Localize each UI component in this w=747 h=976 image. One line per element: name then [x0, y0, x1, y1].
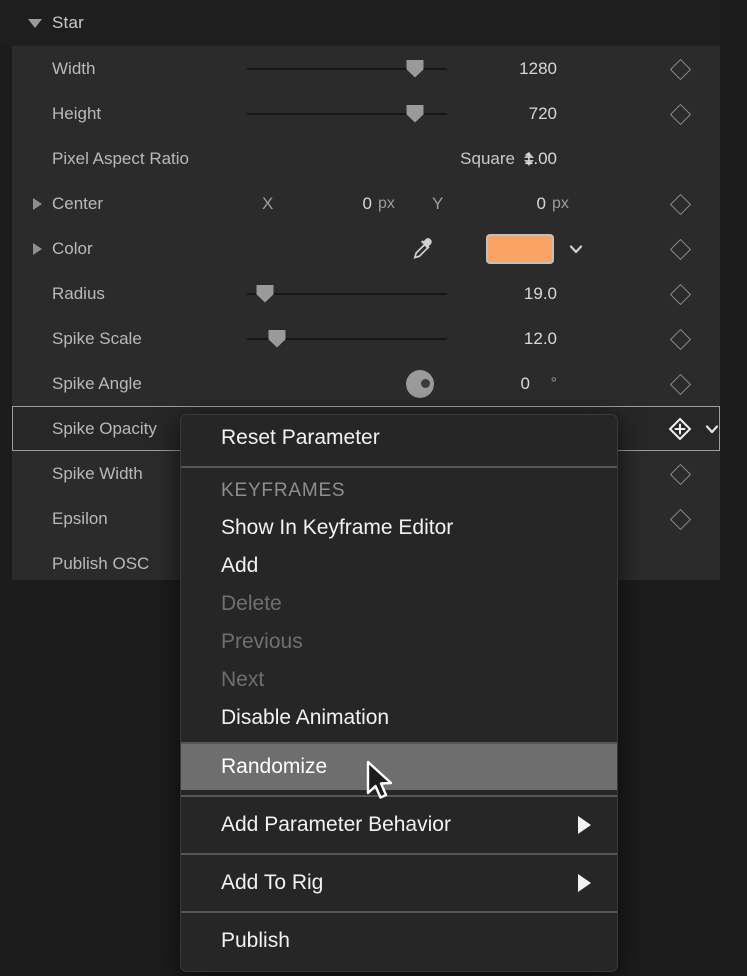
menu-item-publish[interactable]: Publish: [181, 918, 617, 964]
center-x-value[interactable]: 0: [332, 194, 372, 214]
row-label: Color: [52, 239, 93, 259]
pixel-aspect-ratio-value[interactable]: 1.00: [524, 149, 557, 169]
menu-item-next: Next: [181, 661, 617, 699]
row-label: Pixel Aspect Ratio: [52, 149, 189, 169]
group-title: Star: [52, 13, 84, 33]
row-label: Center: [52, 194, 103, 214]
menu-item-label: Show In Keyframe Editor: [221, 516, 453, 540]
width-slider[interactable]: [247, 60, 447, 78]
triangle-down-icon[interactable]: [28, 19, 42, 28]
keyframe-diamond-icon[interactable]: [670, 374, 690, 394]
row-label: Spike Scale: [52, 329, 142, 349]
menu-item-add-to-rig[interactable]: Add To Rig: [181, 860, 617, 906]
spike-scale-value[interactable]: 12.0: [524, 329, 557, 349]
menu-item-label: Next: [221, 668, 264, 692]
slider-knob[interactable]: [407, 105, 424, 123]
menu-item-label: Disable Animation: [221, 706, 389, 730]
spike-angle-unit: °: [551, 375, 557, 393]
menu-item-add[interactable]: Add: [181, 547, 617, 585]
parameter-row-radius[interactable]: Radius 19.0: [12, 271, 720, 316]
spike-scale-slider[interactable]: [247, 330, 447, 348]
slider-knob[interactable]: [257, 285, 274, 303]
row-label: Width: [52, 59, 95, 79]
triangle-right-icon[interactable]: [33, 198, 42, 210]
center-y-label: Y: [432, 194, 443, 214]
parameter-row-height[interactable]: Height 720: [12, 91, 720, 136]
height-value[interactable]: 720: [529, 104, 557, 124]
chevron-down-icon[interactable]: [568, 241, 584, 257]
row-label: Publish OSC: [52, 554, 149, 574]
menu-section-keyframes: KEYFRAMES: [181, 473, 617, 509]
dial-indicator: [421, 379, 430, 388]
pixel-aspect-ratio-popup[interactable]: Square: [460, 149, 515, 169]
menu-item-label: Previous: [221, 630, 303, 654]
submenu-arrow-icon: [578, 874, 591, 892]
height-slider[interactable]: [247, 105, 447, 123]
parameter-row-width[interactable]: Width 1280: [12, 46, 720, 91]
row-label: Radius: [52, 284, 105, 304]
keyframe-diamond-icon[interactable]: [670, 464, 690, 484]
slider-knob[interactable]: [407, 60, 424, 78]
menu-item-delete: Delete: [181, 585, 617, 623]
row-label: Epsilon: [52, 509, 108, 529]
row-label: Height: [52, 104, 101, 124]
menu-item-previous: Previous: [181, 623, 617, 661]
row-label: Spike Width: [52, 464, 143, 484]
width-value[interactable]: 1280: [519, 59, 557, 79]
keyframe-menu-chevron-icon[interactable]: [704, 421, 720, 437]
keyframe-diamond-icon[interactable]: [670, 239, 690, 259]
add-keyframe-icon[interactable]: [667, 416, 693, 442]
parameter-row-spike-scale[interactable]: Spike Scale 12.0: [12, 316, 720, 361]
menu-item-show-in-keyframe-editor[interactable]: Show In Keyframe Editor: [181, 509, 617, 547]
group-header-star[interactable]: Star: [0, 0, 720, 46]
menu-item-label: Randomize: [221, 755, 327, 779]
angle-dial[interactable]: [406, 370, 434, 398]
radius-value[interactable]: 19.0: [524, 284, 557, 304]
menu-item-reset-parameter[interactable]: Reset Parameter: [181, 415, 617, 461]
keyframe-diamond-icon[interactable]: [670, 329, 690, 349]
center-x-label: X: [262, 194, 273, 214]
menu-item-label: Add: [221, 554, 258, 578]
menu-item-add-parameter-behavior[interactable]: Add Parameter Behavior: [181, 802, 617, 848]
triangle-right-icon[interactable]: [33, 243, 42, 255]
menu-item-label: Add To Rig: [221, 871, 323, 895]
center-y-unit: px: [552, 195, 569, 213]
menu-item-randomize[interactable]: Randomize: [181, 744, 617, 790]
radius-slider[interactable]: [247, 285, 447, 303]
keyframe-diamond-icon[interactable]: [670, 284, 690, 304]
parameter-row-pixel-aspect-ratio[interactable]: Pixel Aspect Ratio Square 1.00: [12, 136, 720, 181]
center-y-value[interactable]: 0: [506, 194, 546, 214]
keyframe-diamond-icon[interactable]: [670, 104, 690, 124]
submenu-arrow-icon: [578, 816, 591, 834]
menu-section-label: KEYFRAMES: [221, 480, 345, 502]
parameter-row-center[interactable]: Center X 0 px Y 0 px: [12, 181, 720, 226]
slider-knob[interactable]: [269, 330, 286, 348]
keyframe-diamond-icon[interactable]: [670, 194, 690, 214]
slider-track: [247, 293, 447, 295]
keyframe-diamond-icon[interactable]: [670, 59, 690, 79]
menu-item-label: Publish: [221, 929, 290, 953]
menu-item-label: Delete: [221, 592, 282, 616]
row-label: Spike Angle: [52, 374, 142, 394]
context-menu[interactable]: Reset Parameter KEYFRAMES Show In Keyfra…: [180, 414, 618, 972]
menu-item-label: Reset Parameter: [221, 426, 380, 450]
spike-angle-value[interactable]: 0: [521, 374, 530, 394]
parameter-row-color[interactable]: Color: [12, 226, 720, 271]
parameter-row-spike-angle[interactable]: Spike Angle 0 °: [12, 361, 720, 406]
keyframe-diamond-icon[interactable]: [670, 509, 690, 529]
menu-item-disable-animation[interactable]: Disable Animation: [181, 699, 617, 737]
menu-item-label: Add Parameter Behavior: [221, 813, 451, 837]
eyedropper-icon[interactable]: [410, 235, 438, 263]
color-swatch[interactable]: [486, 234, 554, 264]
center-x-unit: px: [378, 195, 395, 213]
row-label: Spike Opacity: [52, 419, 157, 439]
